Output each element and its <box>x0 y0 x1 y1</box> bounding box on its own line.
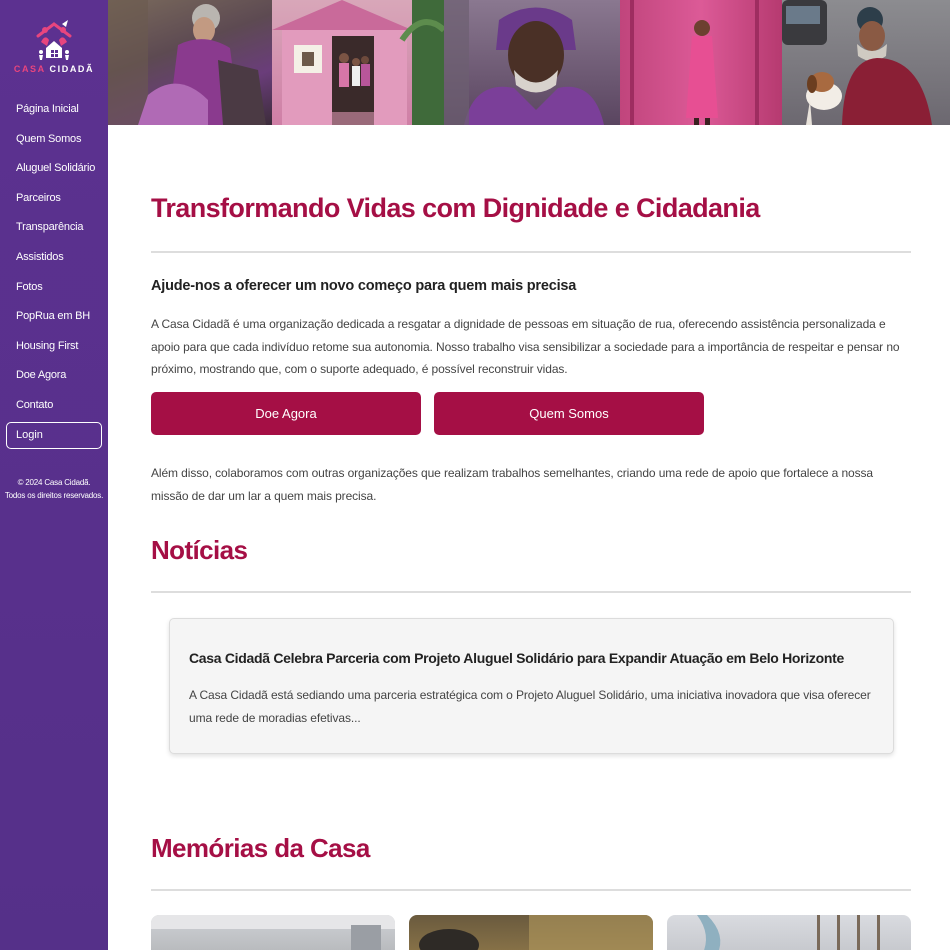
nav-item-pagina-inicial[interactable]: Página Inicial <box>0 98 108 128</box>
banner-photo-5 <box>782 0 950 125</box>
nav-item-contato[interactable]: Contato <box>0 394 108 424</box>
copyright: © 2024 Casa Cidadã. Todos os direitos re… <box>0 476 108 502</box>
logo-text-part1: CASA <box>13 64 46 74</box>
logo[interactable]: CASA CIDADÃ <box>0 18 108 74</box>
news-heading: Notícias <box>151 535 248 565</box>
banner-photo-1 <box>108 0 272 125</box>
logo-text-part2: CIDADÃ <box>49 64 95 74</box>
nav-item-doe-agora[interactable]: Doe Agora <box>0 364 108 394</box>
banner-photo-2 <box>272 0 444 125</box>
nav-item-poprua-em-bh[interactable]: PopRua em BH <box>0 305 108 335</box>
news-excerpt: A Casa Cidadã está sediando uma parceria… <box>189 688 871 725</box>
nav-item-quem-somos[interactable]: Quem Somos <box>0 128 108 158</box>
news-title[interactable]: Casa Cidadã Celebra Parceria com Projeto… <box>189 650 844 666</box>
memory-photo-1[interactable] <box>151 915 395 950</box>
copyright-line-1: © 2024 Casa Cidadã. <box>17 478 91 487</box>
divider <box>151 889 911 891</box>
nav-item-housing-first[interactable]: Housing First <box>0 335 108 365</box>
nav-item-transparencia[interactable]: Transparência <box>0 216 108 246</box>
logo-text: CASA CIDADÃ <box>0 64 108 74</box>
news-card[interactable]: Casa Cidadã Celebra Parceria com Projeto… <box>169 618 894 754</box>
sidebar-nav: Página Inicial Quem Somos Aluguel Solidá… <box>0 98 108 424</box>
banner-photo-4 <box>620 0 782 125</box>
memories-heading: Memórias da Casa <box>151 833 370 863</box>
donate-button[interactable]: Doe Agora <box>151 392 421 435</box>
divider <box>151 591 911 593</box>
about-button[interactable]: Quem Somos <box>434 392 704 435</box>
page-title: Transformando Vidas com Dignidade e Cida… <box>151 193 760 223</box>
banner-photo-3 <box>444 0 620 125</box>
login-button[interactable]: Login <box>6 422 102 449</box>
nav-item-fotos[interactable]: Fotos <box>0 276 108 306</box>
nav-item-assistidos[interactable]: Assistidos <box>0 246 108 276</box>
logo-icon <box>36 20 72 60</box>
nav-item-aluguel-solidario[interactable]: Aluguel Solidário <box>0 157 108 187</box>
nav-item-parceiros[interactable]: Parceiros <box>0 187 108 217</box>
hero-intro: A Casa Cidadã é uma organização dedicada… <box>151 317 900 376</box>
sidebar: CASA CIDADÃ Página Inicial Quem Somos Al… <box>0 0 108 950</box>
divider <box>151 251 911 253</box>
hero-extra: Além disso, colaboramos com outras organ… <box>151 466 873 503</box>
memory-photo-2[interactable] <box>409 915 653 950</box>
copyright-line-2: Todos os direitos reservados. <box>4 491 104 500</box>
hero-subtitle: Ajude-nos a oferecer um novo começo para… <box>151 278 577 294</box>
hero-banner <box>108 0 950 125</box>
memory-photo-3[interactable] <box>667 915 911 950</box>
